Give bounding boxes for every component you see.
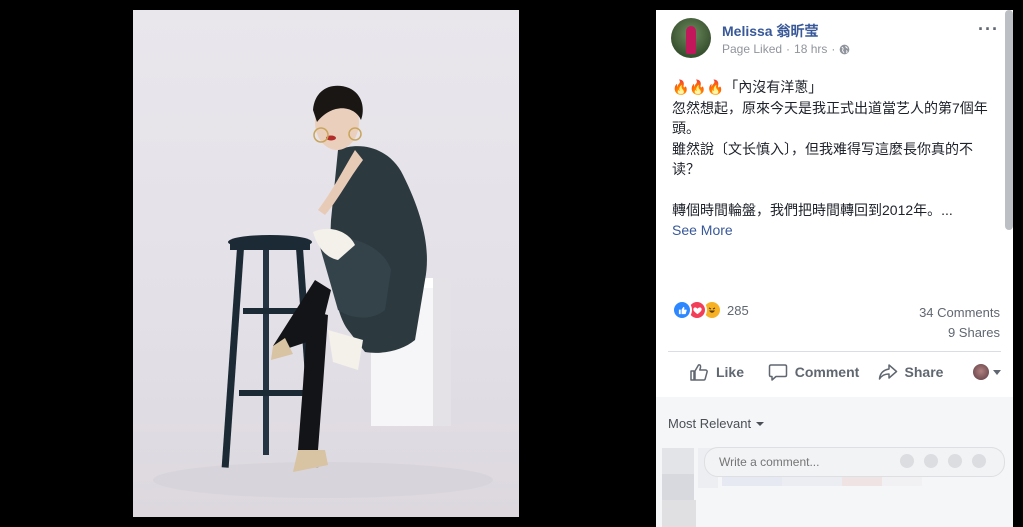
post-photo[interactable]: [133, 10, 519, 517]
comment-composer[interactable]: [704, 447, 1005, 477]
like-button[interactable]: Like: [668, 356, 765, 388]
caret-down-icon: [756, 421, 765, 426]
camera-icon[interactable]: [924, 454, 938, 468]
author-avatar[interactable]: [671, 18, 711, 58]
divider: [668, 351, 1001, 352]
post-header: Melissa 翁昕莹 Page Liked · 18 hrs · ···: [671, 18, 1003, 62]
comment-bubble-icon: [768, 364, 787, 381]
panel-scrollbar[interactable]: [1005, 10, 1013, 230]
like-label: Like: [715, 364, 744, 380]
meta-separator: ·: [786, 42, 791, 56]
post-line: 轉個時間輪盤，我們把時間轉回到2012年。...: [672, 201, 953, 218]
post-line-blank: [672, 180, 990, 200]
meta-separator: ·: [831, 42, 836, 56]
see-more-link[interactable]: See More: [672, 220, 990, 241]
comment-sort-label: Most Relevant: [668, 416, 752, 431]
share-label: Share: [904, 364, 944, 380]
comment-input[interactable]: [717, 454, 881, 470]
comment-sort-dropdown[interactable]: Most Relevant: [668, 416, 765, 431]
globe-icon[interactable]: [839, 44, 850, 55]
reaction-count: 285: [727, 302, 749, 318]
author-name[interactable]: Melissa 翁昕莹: [722, 21, 818, 41]
thumbs-up-icon: [690, 364, 708, 381]
engagement-counts: 34 Comments 9 Shares: [919, 303, 1000, 343]
emoji-icon[interactable]: [900, 454, 914, 468]
post-line: 雖然說〔文长慎入〕，但我难得写這麼長你真的不读？: [672, 140, 973, 178]
like-reaction-icon: [672, 300, 692, 320]
more-options-icon[interactable]: ···: [978, 20, 999, 38]
share-button[interactable]: Share: [862, 356, 959, 388]
viewer-avatar: [973, 364, 989, 380]
sticker-icon[interactable]: [972, 454, 986, 468]
comments-section: Most Relevant: [656, 397, 1013, 527]
post-line: 忽然想起，原來今天是我正式出道當艺人的第7個年頭。: [672, 99, 988, 137]
post-panel: Melissa 翁昕莹 Page Liked · 18 hrs · ··· 🔥🔥…: [656, 10, 1013, 527]
reaction-audience-selector[interactable]: [959, 364, 1001, 380]
photo-illustration: [153, 85, 493, 498]
post-actions: Like Comment Share: [668, 354, 1001, 390]
post-line: 🔥🔥🔥「內沒有洋蔥」: [672, 79, 823, 95]
shares-count-link[interactable]: 9 Shares: [919, 323, 1000, 343]
comment-button[interactable]: Comment: [765, 356, 862, 388]
page-liked-label: Page Liked: [722, 42, 783, 56]
post-text: 🔥🔥🔥「內沒有洋蔥」 忽然想起，原來今天是我正式出道當艺人的第7個年頭。 雖然說…: [672, 77, 990, 241]
comments-count-link[interactable]: 34 Comments: [919, 303, 1000, 323]
post-meta: Page Liked · 18 hrs ·: [722, 42, 850, 56]
share-arrow-icon: [878, 364, 897, 380]
gif-icon[interactable]: [948, 454, 962, 468]
reactions-summary[interactable]: 285: [672, 300, 749, 320]
comment-label: Comment: [794, 364, 860, 380]
post-timestamp[interactable]: 18 hrs: [794, 42, 827, 56]
caret-down-icon: [993, 369, 1001, 375]
